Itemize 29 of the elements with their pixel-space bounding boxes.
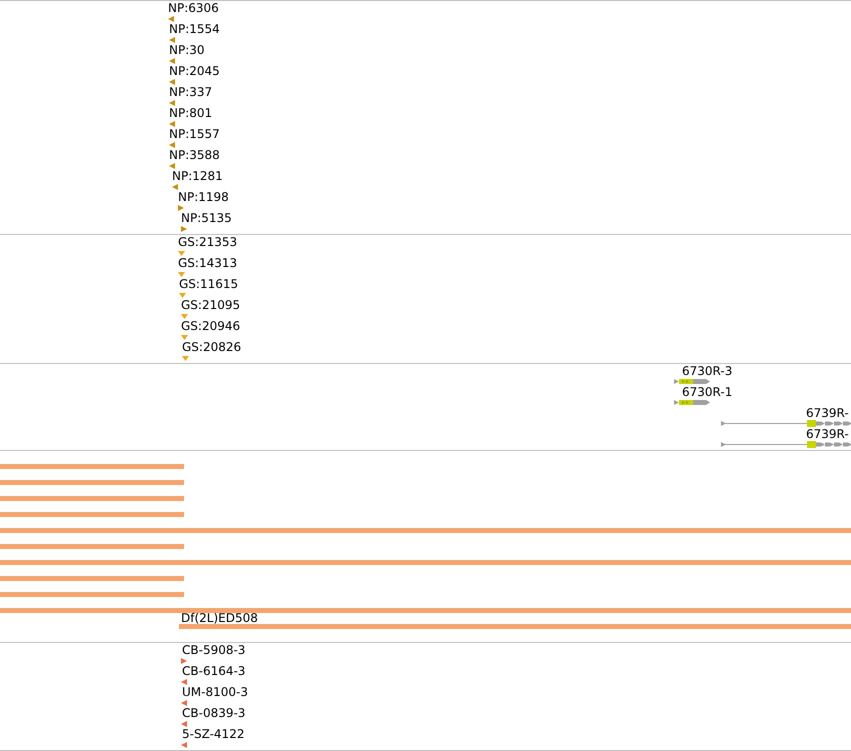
feature-label: NP:5135 — [181, 211, 232, 225]
gene-model-drawing — [674, 399, 710, 406]
feature-label: NP:1557 — [169, 127, 220, 141]
feature-label: GS:21353 — [178, 235, 238, 249]
feature-label: NP:337 — [169, 85, 212, 99]
feature-label: Df(2L)ED508 — [181, 613, 258, 624]
feature-label: 6739R- — [806, 406, 849, 420]
feature-label: GS:21095 — [181, 298, 240, 312]
feature-label: UM-8100-3 — [182, 685, 248, 699]
gene-model-drawing — [674, 378, 710, 385]
feature-label: NP:1198 — [178, 190, 229, 204]
feature-label: NP:3588 — [169, 148, 220, 162]
feature-label: 6739R- — [806, 427, 849, 441]
feature-label: NP:1554 — [169, 22, 220, 36]
feature-label: CB-5908-3 — [182, 643, 246, 657]
feature-label: CB-6164-3 — [182, 664, 246, 678]
feature-label: 5-SZ-4122 — [182, 727, 244, 741]
feature-label: 6730R-3 — [682, 364, 732, 378]
feature-label: CB-0839-3 — [182, 706, 246, 720]
feature-label: GS:11615 — [179, 277, 238, 291]
feature-label: GS:20946 — [181, 319, 240, 333]
feature-label: NP:30 — [169, 43, 205, 57]
feature-label: NP:1281 — [172, 169, 223, 183]
feature-label: GS:14313 — [178, 256, 238, 270]
feature-label: NP:6306 — [168, 1, 219, 15]
feature-label: GS:20826 — [182, 340, 242, 354]
feature-label: 6730R-1 — [682, 385, 732, 399]
feature-label: NP:801 — [169, 106, 212, 120]
feature-label: NP:2045 — [169, 64, 220, 78]
